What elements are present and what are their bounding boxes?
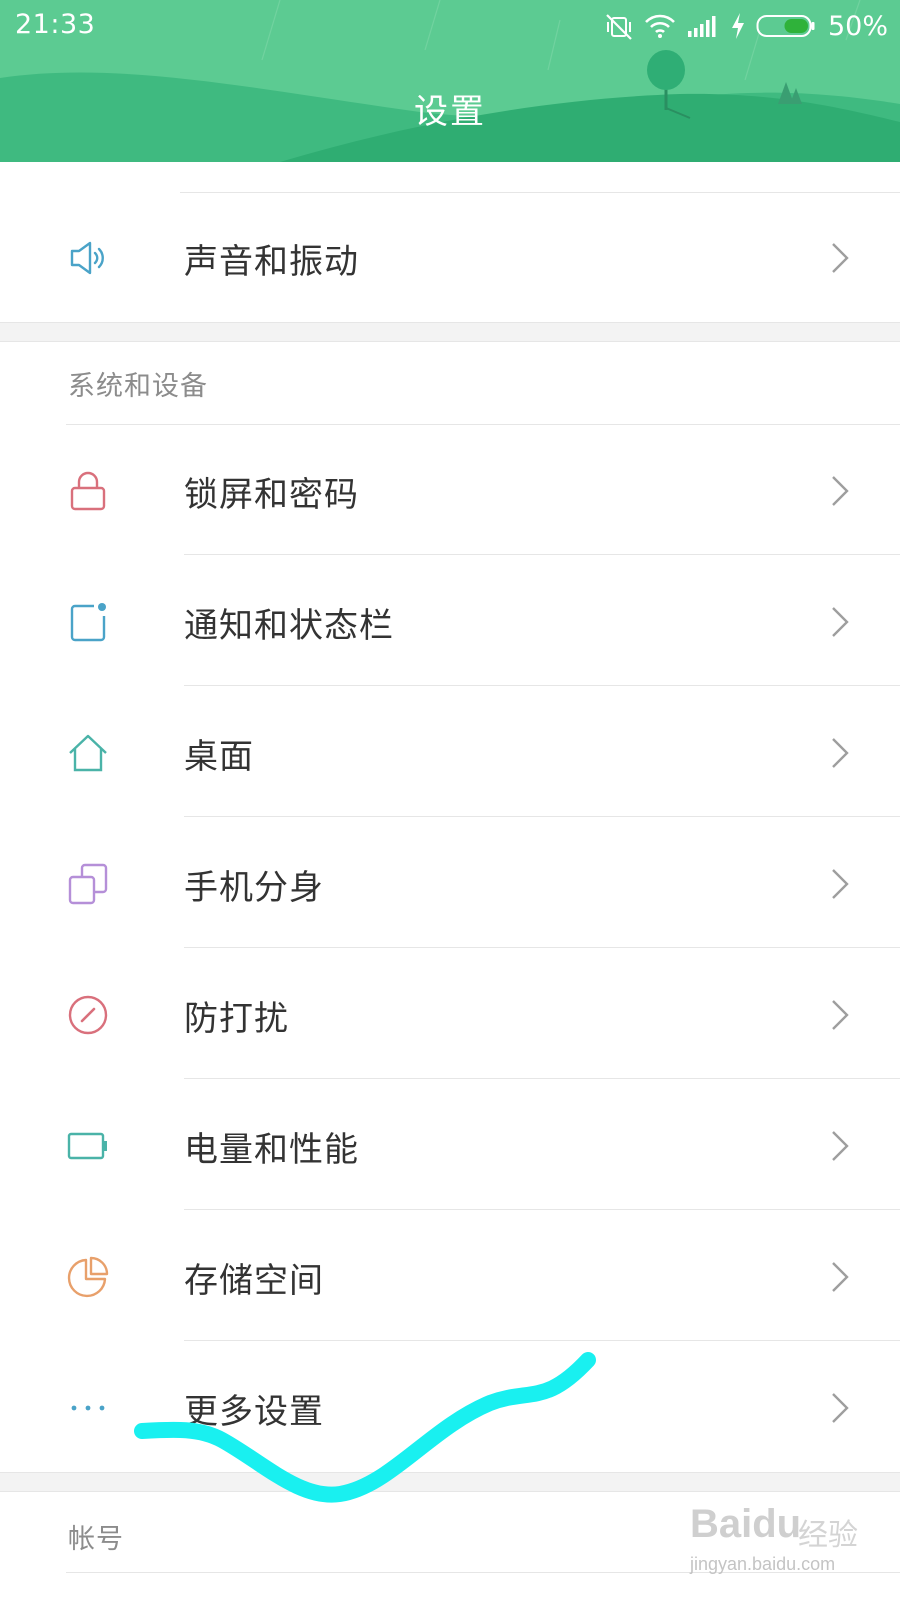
divider bbox=[184, 816, 900, 817]
charging-icon bbox=[731, 13, 744, 39]
chevron-right-icon bbox=[832, 738, 849, 768]
section-gap bbox=[0, 322, 900, 342]
settings-item-more-settings[interactable]: 更多设置 bbox=[0, 1342, 900, 1472]
chevron-right-icon bbox=[832, 1000, 849, 1030]
more-dots-icon bbox=[71, 1405, 105, 1411]
chevron-right-icon bbox=[832, 243, 849, 273]
chevron-right-icon bbox=[832, 869, 849, 899]
section-header-account: 帐号 bbox=[68, 1524, 124, 1555]
settings-item-label: 通知和状态栏 bbox=[184, 606, 394, 646]
settings-item-storage[interactable]: 存储空间 bbox=[0, 1211, 900, 1341]
chevron-right-icon bbox=[832, 607, 849, 637]
status-time: 21:33 bbox=[15, 9, 96, 40]
do-not-disturb-icon bbox=[68, 995, 108, 1035]
divider bbox=[184, 554, 900, 555]
settings-item-label: 锁屏和密码 bbox=[184, 475, 359, 515]
watermark-brand: Baidu bbox=[690, 1502, 802, 1546]
status-icons: 50% bbox=[604, 8, 888, 44]
section-header-system: 系统和设备 bbox=[68, 371, 208, 402]
home-icon bbox=[69, 734, 107, 772]
settings-item-label: 存储空间 bbox=[184, 1261, 324, 1301]
wifi-icon bbox=[645, 14, 675, 38]
section-gap bbox=[0, 1472, 900, 1492]
vibrate-off-icon bbox=[606, 14, 632, 40]
lock-icon bbox=[70, 471, 106, 511]
settings-item-label: 防打扰 bbox=[184, 999, 289, 1039]
battery-icon bbox=[67, 1132, 107, 1160]
settings-item-label: 手机分身 bbox=[184, 868, 324, 908]
divider bbox=[184, 1078, 900, 1079]
divider bbox=[184, 1209, 900, 1210]
settings-item-label: 电量和性能 bbox=[184, 1130, 359, 1170]
watermark-suffix: 经验 bbox=[798, 1518, 858, 1553]
chevron-right-icon bbox=[832, 1393, 849, 1423]
chevron-right-icon bbox=[832, 1131, 849, 1161]
battery-fill bbox=[784, 19, 808, 33]
settings-item-label: 声音和振动 bbox=[184, 242, 359, 282]
page-title: 设置 bbox=[414, 92, 486, 132]
storage-pie-icon bbox=[67, 1256, 109, 1298]
settings-item-lock-screen[interactable]: 锁屏和密码 bbox=[0, 425, 900, 555]
watermark-url: jingyan.baidu.com bbox=[690, 1554, 836, 1574]
settings-item-battery[interactable]: 电量和性能 bbox=[0, 1080, 900, 1210]
divider bbox=[184, 1340, 900, 1341]
notification-icon bbox=[70, 603, 106, 642]
baidu-jingyan-watermark: Baidu 经验 jingyan.baidu.com bbox=[690, 1502, 890, 1582]
speaker-icon bbox=[70, 241, 104, 275]
settings-item-notifications[interactable]: 通知和状态栏 bbox=[0, 556, 900, 686]
settings-item-label: 桌面 bbox=[184, 737, 254, 777]
settings-item-home-screen[interactable]: 桌面 bbox=[0, 687, 900, 817]
divider bbox=[184, 685, 900, 686]
clone-icon bbox=[68, 863, 108, 905]
signal-icon bbox=[687, 16, 716, 37]
settings-item-label: 更多设置 bbox=[184, 1392, 324, 1432]
app-header: 21:33 50% 设置 bbox=[0, 0, 900, 162]
battery-percent: 50% bbox=[827, 10, 888, 42]
chevron-right-icon bbox=[832, 476, 849, 506]
chevron-right-icon bbox=[832, 1262, 849, 1292]
settings-item-do-not-disturb[interactable]: 防打扰 bbox=[0, 949, 900, 1079]
status-bar: 21:33 50% bbox=[0, 0, 900, 52]
battery-icon bbox=[756, 15, 815, 37]
settings-item-sound-vibration[interactable]: 声音和振动 bbox=[0, 192, 900, 322]
divider bbox=[184, 947, 900, 948]
settings-item-second-space[interactable]: 手机分身 bbox=[0, 818, 900, 948]
